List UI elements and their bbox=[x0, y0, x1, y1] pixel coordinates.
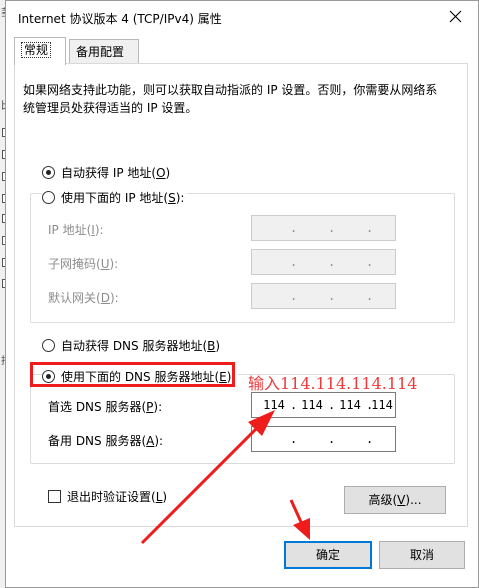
tab-label: 备用配置 bbox=[76, 45, 125, 59]
default-gateway-input[interactable]: . . . bbox=[251, 283, 396, 309]
default-gateway-label: 默认网关(D): bbox=[48, 291, 119, 305]
ipv4-properties-dialog: Internet 协议版本 4 (TCP/IPv4) 属性 常规 备用配置 如果… bbox=[5, 0, 479, 588]
radio-unselected-icon bbox=[42, 339, 55, 352]
radio-label: 自动获得 DNS 服务器地址(B) bbox=[61, 339, 221, 353]
subnet-mask-label: 子网掩码(U): bbox=[48, 257, 119, 271]
ip-address-label: IP 地址(I): bbox=[48, 223, 104, 237]
close-button[interactable] bbox=[434, 1, 478, 33]
tab-alternate-configuration[interactable]: 备用配置 bbox=[69, 39, 139, 64]
tab-general[interactable]: 常规 bbox=[14, 37, 66, 65]
radio-unselected-icon bbox=[42, 191, 55, 204]
checkbox-label: 退出时验证设置(L) bbox=[67, 490, 168, 504]
close-icon bbox=[449, 10, 462, 23]
preferred-dns-input[interactable]: 114. 114. 114. 114 bbox=[251, 392, 396, 418]
checkbox-unchecked-icon bbox=[48, 490, 61, 503]
ip-address-input[interactable]: . . . bbox=[251, 215, 396, 241]
description-text: 如果网络支持此功能，则可以获取自动指派的 IP 设置。否则，你需要从网络系统管理… bbox=[23, 83, 438, 115]
preferred-dns-label: 首选 DNS 服务器(P): bbox=[48, 400, 163, 414]
ok-button[interactable]: 确定 bbox=[284, 541, 372, 569]
alternate-dns-input[interactable]: . . . bbox=[251, 426, 396, 452]
alternate-dns-label: 备用 DNS 服务器(A): bbox=[48, 434, 164, 448]
advanced-button[interactable]: 高级(V)... bbox=[344, 486, 446, 514]
cancel-button[interactable]: 取消 bbox=[379, 541, 465, 569]
annotation-text: 输入114.114.114.114 bbox=[248, 374, 418, 393]
subnet-mask-input[interactable]: . . . bbox=[251, 249, 396, 275]
auto-ip-radio[interactable]: 自动获得 IP 地址(O) bbox=[42, 164, 170, 181]
radio-label: 自动获得 IP 地址(O) bbox=[61, 166, 171, 180]
manual-dns-radio[interactable]: 使用下面的 DNS 服务器地址(E): bbox=[42, 368, 239, 385]
window-title: Internet 协议版本 4 (TCP/IPv4) 属性 bbox=[18, 12, 222, 26]
title-bar[interactable]: Internet 协议版本 4 (TCP/IPv4) 属性 bbox=[6, 1, 478, 35]
radio-label: 使用下面的 DNS 服务器地址(E): bbox=[61, 370, 236, 384]
tab-label: 常规 bbox=[21, 42, 52, 58]
radio-label: 使用下面的 IP 地址(S): bbox=[61, 191, 185, 205]
radio-selected-icon bbox=[42, 370, 55, 383]
manual-ip-radio[interactable]: 使用下面的 IP 地址(S): bbox=[42, 189, 188, 206]
validate-on-exit-checkbox[interactable]: 退出时验证设置(L) bbox=[48, 488, 167, 505]
radio-selected-icon bbox=[42, 166, 55, 179]
auto-dns-radio[interactable]: 自动获得 DNS 服务器地址(B) bbox=[42, 337, 220, 354]
